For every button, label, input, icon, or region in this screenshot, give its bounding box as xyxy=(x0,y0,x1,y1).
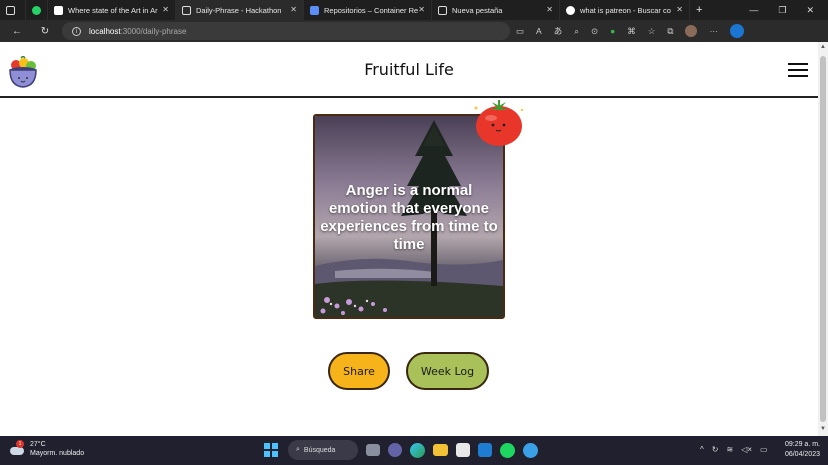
scroll-up-icon[interactable]: ▲ xyxy=(820,44,826,50)
taskbar-clock[interactable]: 09:29 a. m. 06/04/2023 xyxy=(776,440,820,460)
weather-badge: 1 xyxy=(16,440,24,448)
tomato-mascot-icon xyxy=(474,100,524,146)
browser-tab-bar: Where state of the Art in Ar ✕ Daily-Phr… xyxy=(0,0,828,20)
new-tab-button[interactable]: + xyxy=(690,0,714,20)
close-icon[interactable]: ✕ xyxy=(290,5,297,14)
chevron-up-icon[interactable]: ^ xyxy=(700,445,704,454)
info-icon: i xyxy=(72,26,81,36)
weather-widget[interactable]: 1 27°C Mayorm. nublado xyxy=(8,440,84,458)
address-toolbar: ← ↻ i localhost:3000/daily-phrase ▭ A あ … xyxy=(0,20,828,42)
tab-label: Repositorios – Container Re xyxy=(324,5,419,15)
close-icon[interactable]: ✕ xyxy=(676,5,683,14)
toolbar-icons: ▭ A あ ⌕ ⊙ ● ⌘ ☆ ⧉ ··· xyxy=(516,20,744,42)
notion-icon xyxy=(54,5,63,15)
daily-quote-text: Anger is a normal emotion that everyone … xyxy=(320,182,498,253)
scroll-down-icon[interactable]: ▼ xyxy=(820,426,826,432)
teams-chat-icon[interactable] xyxy=(388,443,402,457)
favorites-icon[interactable]: ☆ xyxy=(648,26,656,37)
task-view-icon[interactable] xyxy=(366,444,380,456)
close-icon[interactable]: ✕ xyxy=(418,5,425,14)
close-icon[interactable]: ✕ xyxy=(162,5,169,14)
taskbar-search[interactable]: ⌕ Búsqueda xyxy=(288,440,358,460)
tab-patreon-search[interactable]: what is patreon - Buscar co ✕ xyxy=(560,0,690,20)
clock-date: 06/04/2023 xyxy=(784,451,820,458)
vscode-icon[interactable] xyxy=(478,443,492,457)
windows-start-icon[interactable] xyxy=(262,441,280,459)
edge-dev-icon[interactable] xyxy=(523,442,538,458)
clock-time: 09:29 a. m. xyxy=(784,441,820,448)
tab-label: Where state of the Art in Ar xyxy=(68,5,158,15)
back-arrow-icon[interactable]: ← xyxy=(6,26,28,37)
google-icon xyxy=(566,5,575,15)
hamburger-menu-icon[interactable] xyxy=(788,63,808,79)
collections-icon[interactable]: ⧉ xyxy=(667,26,673,37)
week-log-button[interactable]: Week Log xyxy=(406,352,489,390)
system-tray: ^ ↻ ≋ ◁× ▭ xyxy=(700,445,768,454)
tab-label: Nueva pestaña xyxy=(452,5,503,15)
tab-actions-icon xyxy=(6,5,15,15)
restore-icon[interactable]: ❐ xyxy=(778,5,786,16)
scrollbar-thumb[interactable] xyxy=(820,56,826,422)
weather-description: Mayorm. nublado xyxy=(30,450,85,457)
tab-actions-button[interactable] xyxy=(0,0,26,20)
edge-browser-icon[interactable] xyxy=(410,442,425,458)
close-window-icon[interactable]: ✕ xyxy=(806,5,814,16)
page-scrollbar[interactable]: ▲ ▼ xyxy=(818,42,828,436)
sync-icon[interactable]: ↻ xyxy=(712,445,719,454)
bing-chat-icon[interactable] xyxy=(729,24,744,38)
tab-nueva-pestana[interactable]: Nueva pestaña ✕ xyxy=(432,0,560,20)
refresh-icon[interactable]: ↻ xyxy=(34,26,56,37)
window-controls: — ❐ ✕ xyxy=(749,0,828,20)
search-icon: ⌕ xyxy=(296,446,300,453)
extension-icon[interactable]: ● xyxy=(610,26,615,36)
tab-state-of-art[interactable]: Where state of the Art in Ar ✕ xyxy=(48,0,176,20)
tab-daily-phrase[interactable]: Daily-Phrase - Hackathon ✕ xyxy=(176,0,304,20)
zoom-icon[interactable]: ⌕ xyxy=(574,26,579,37)
search-label: Búsqueda xyxy=(303,446,336,454)
azure-icon xyxy=(310,5,319,15)
url-bar[interactable]: i localhost:3000/daily-phrase xyxy=(62,22,510,40)
tracking-prevention-icon[interactable]: ⊙ xyxy=(591,26,598,37)
tab-whatsapp[interactable] xyxy=(26,0,48,20)
page-title: Fruitful Life xyxy=(364,60,454,79)
page-icon xyxy=(182,5,191,15)
translate-icon[interactable]: あ xyxy=(554,25,563,37)
url-path: :3000/daily-phrase xyxy=(120,26,187,36)
minimize-icon[interactable]: — xyxy=(749,5,758,15)
file-explorer-icon[interactable] xyxy=(433,444,448,456)
url-host: localhost xyxy=(89,26,121,36)
tab-repositorios[interactable]: Repositorios – Container Re ✕ xyxy=(304,0,432,20)
app-available-icon[interactable]: ▭ xyxy=(516,26,524,37)
extensions-icon[interactable]: ⌘ xyxy=(627,26,636,37)
share-button[interactable]: Share xyxy=(328,352,390,390)
cloudy-weather-icon: 1 xyxy=(8,440,24,455)
taskbar-apps: ⌕ Búsqueda xyxy=(262,440,538,460)
windows-taskbar: 1 27°C Mayorm. nublado ⌕ Búsqueda ^ ↻ ≋ … xyxy=(0,436,828,465)
read-aloud-icon[interactable]: A xyxy=(536,26,542,36)
tab-label: what is patreon - Buscar co xyxy=(580,5,671,15)
newtab-icon xyxy=(438,5,447,15)
profile-avatar-icon[interactable] xyxy=(685,25,698,37)
whatsapp-icon xyxy=(32,5,41,15)
more-menu-icon[interactable]: ··· xyxy=(709,26,718,36)
page-content: Fruitful Life Anger is a normal emotion … xyxy=(0,42,818,436)
app-icon[interactable] xyxy=(456,443,470,457)
site-header: Fruitful Life xyxy=(0,42,818,98)
volume-muted-icon[interactable]: ◁× xyxy=(741,445,752,454)
spotify-icon[interactable] xyxy=(500,442,515,458)
battery-icon[interactable]: ▭ xyxy=(760,445,768,454)
close-icon[interactable]: ✕ xyxy=(546,5,553,14)
wifi-icon[interactable]: ≋ xyxy=(726,445,733,454)
tab-label: Daily-Phrase - Hackathon xyxy=(196,5,282,15)
temperature-text: 27°C xyxy=(30,441,46,448)
